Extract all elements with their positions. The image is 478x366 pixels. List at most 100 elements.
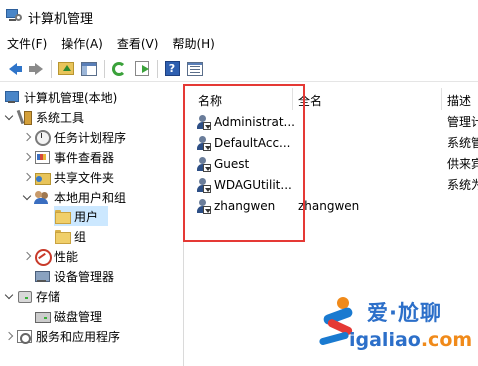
tree-item-groups[interactable]: 组	[54, 226, 86, 246]
performance-icon	[34, 248, 52, 266]
show-hide-tree-button[interactable]	[78, 58, 100, 80]
clock-icon	[34, 129, 51, 146]
tree-item-disk-management[interactable]: 磁盘管理	[34, 306, 102, 326]
tree-item-label: 组	[74, 229, 87, 244]
chevron-down-icon[interactable]	[22, 192, 32, 202]
column-header-label: 描述	[447, 93, 472, 108]
user-description: 管理计	[447, 115, 478, 129]
user-account-icon	[196, 135, 212, 151]
tree-item-event-viewer[interactable]: 事件查看器	[22, 147, 114, 167]
show-hide-tree-icon	[81, 61, 97, 76]
chevron-right-icon[interactable]	[22, 152, 32, 162]
computer-management-icon	[6, 9, 22, 23]
action-pane-button[interactable]	[184, 58, 206, 80]
user-description: 系统管	[447, 136, 478, 150]
chevron-right-icon[interactable]	[22, 251, 32, 261]
user-description: 供来宾	[447, 157, 478, 171]
user-account-icon	[196, 198, 212, 214]
menu-help[interactable]: 帮助(H)	[165, 32, 221, 56]
folder-icon	[54, 208, 71, 224]
chevron-down-icon[interactable]	[4, 291, 14, 301]
toolbar-separator	[157, 59, 158, 78]
tree-item-label: 磁盘管理	[54, 309, 103, 324]
tree-item-device-manager[interactable]: 设备管理器	[34, 266, 114, 286]
column-header-description[interactable]: 描述	[447, 90, 471, 110]
back-arrow-icon	[9, 62, 22, 75]
tree-item-label: 存储	[36, 289, 61, 304]
user-name: WDAGUtilit...	[214, 177, 292, 192]
toolbar: ?	[0, 56, 478, 82]
menu-action[interactable]: 操作(A)	[54, 32, 110, 56]
chevron-right-icon[interactable]	[22, 132, 32, 142]
forward-arrow-icon	[29, 62, 43, 75]
users-icon	[34, 189, 50, 205]
list-item[interactable]: Administrat... 管理计	[186, 111, 478, 132]
column-header-full-name[interactable]: 全名	[298, 90, 322, 110]
help-button[interactable]: ?	[161, 58, 183, 80]
list-item[interactable]: WDAGUtilit... 系统为	[186, 174, 478, 195]
column-header-label: 全名	[298, 93, 323, 108]
tree-item-task-scheduler[interactable]: 任务计划程序	[22, 127, 126, 147]
tree-item-local-users-groups[interactable]: 本地用户和组	[22, 187, 126, 207]
column-divider[interactable]	[292, 88, 293, 110]
tree-item-label: 服务和应用程序	[36, 329, 121, 344]
watermark-cn-text: 爱·尬聊	[367, 301, 442, 325]
tree-item-label: 本地用户和组	[54, 190, 127, 205]
tree-item-label: 任务计划程序	[54, 130, 127, 145]
tree-item-label: 事件查看器	[54, 150, 115, 165]
user-full-name: zhangwen	[298, 198, 360, 213]
tree-item-label: 性能	[54, 249, 79, 264]
navigation-tree: 计算机管理(本地) 系统工具 任务计划程序 事件查看器 共享文件夹 本地用户和组…	[0, 84, 184, 366]
title-bar: 计算机管理	[0, 0, 478, 32]
tree-item-system-tools[interactable]: 系统工具	[4, 107, 84, 127]
chevron-right-icon[interactable]	[4, 331, 14, 341]
up-one-level-button[interactable]	[55, 58, 77, 80]
list-item[interactable]: DefaultAcc... 系统管	[186, 132, 478, 153]
export-list-icon	[135, 61, 149, 76]
back-button[interactable]	[2, 58, 24, 80]
disk-icon	[34, 308, 51, 324]
shared-folder-icon	[34, 169, 51, 185]
tree-item-label: 共享文件夹	[54, 170, 115, 185]
window-title: 计算机管理	[28, 12, 94, 27]
event-viewer-icon	[34, 149, 50, 165]
user-name: Guest	[214, 156, 250, 171]
list-item[interactable]: Guest 供来宾	[186, 153, 478, 174]
user-name: Administrat...	[214, 114, 294, 129]
tree-item-storage[interactable]: 存储	[4, 286, 60, 306]
action-pane-icon	[187, 61, 203, 76]
column-divider[interactable]	[441, 88, 442, 110]
refresh-button[interactable]	[108, 58, 130, 80]
forward-button[interactable]	[25, 58, 47, 80]
help-icon: ?	[164, 61, 180, 76]
folder-icon	[54, 228, 71, 244]
menu-view[interactable]: 查看(V)	[110, 32, 166, 56]
menu-file[interactable]: 文件(F)	[0, 32, 54, 56]
toolbar-separator	[51, 59, 52, 78]
tree-item-root[interactable]: 计算机管理(本地)	[4, 87, 117, 107]
export-list-button[interactable]	[131, 58, 153, 80]
device-manager-icon	[34, 268, 50, 284]
column-header-name[interactable]: 名称	[198, 90, 222, 110]
computer-icon	[4, 89, 20, 105]
tree-item-services-apps[interactable]: 服务和应用程序	[4, 326, 120, 346]
tree-item-shared-folders[interactable]: 共享文件夹	[22, 167, 114, 187]
watermark-en-text: igaliao.com	[349, 329, 473, 351]
tree-item-label: 计算机管理(本地)	[24, 90, 118, 105]
list-item[interactable]: zhangwen zhangwen	[186, 195, 478, 216]
tree-item-label: 系统工具	[36, 110, 85, 125]
user-name: DefaultAcc...	[214, 135, 291, 150]
chevron-right-icon[interactable]	[22, 172, 32, 182]
up-folder-icon	[58, 62, 74, 75]
tools-icon	[16, 109, 32, 125]
user-description: 系统为	[447, 178, 478, 192]
storage-icon	[16, 288, 32, 304]
tree-item-label: 用户	[74, 209, 99, 224]
refresh-icon	[112, 61, 126, 76]
user-account-icon	[196, 114, 212, 130]
chevron-down-icon[interactable]	[4, 112, 14, 122]
toolbar-separator	[104, 59, 105, 78]
tree-item-users[interactable]: 用户	[54, 206, 108, 226]
user-account-icon	[196, 156, 212, 172]
tree-item-performance[interactable]: 性能	[22, 246, 78, 266]
